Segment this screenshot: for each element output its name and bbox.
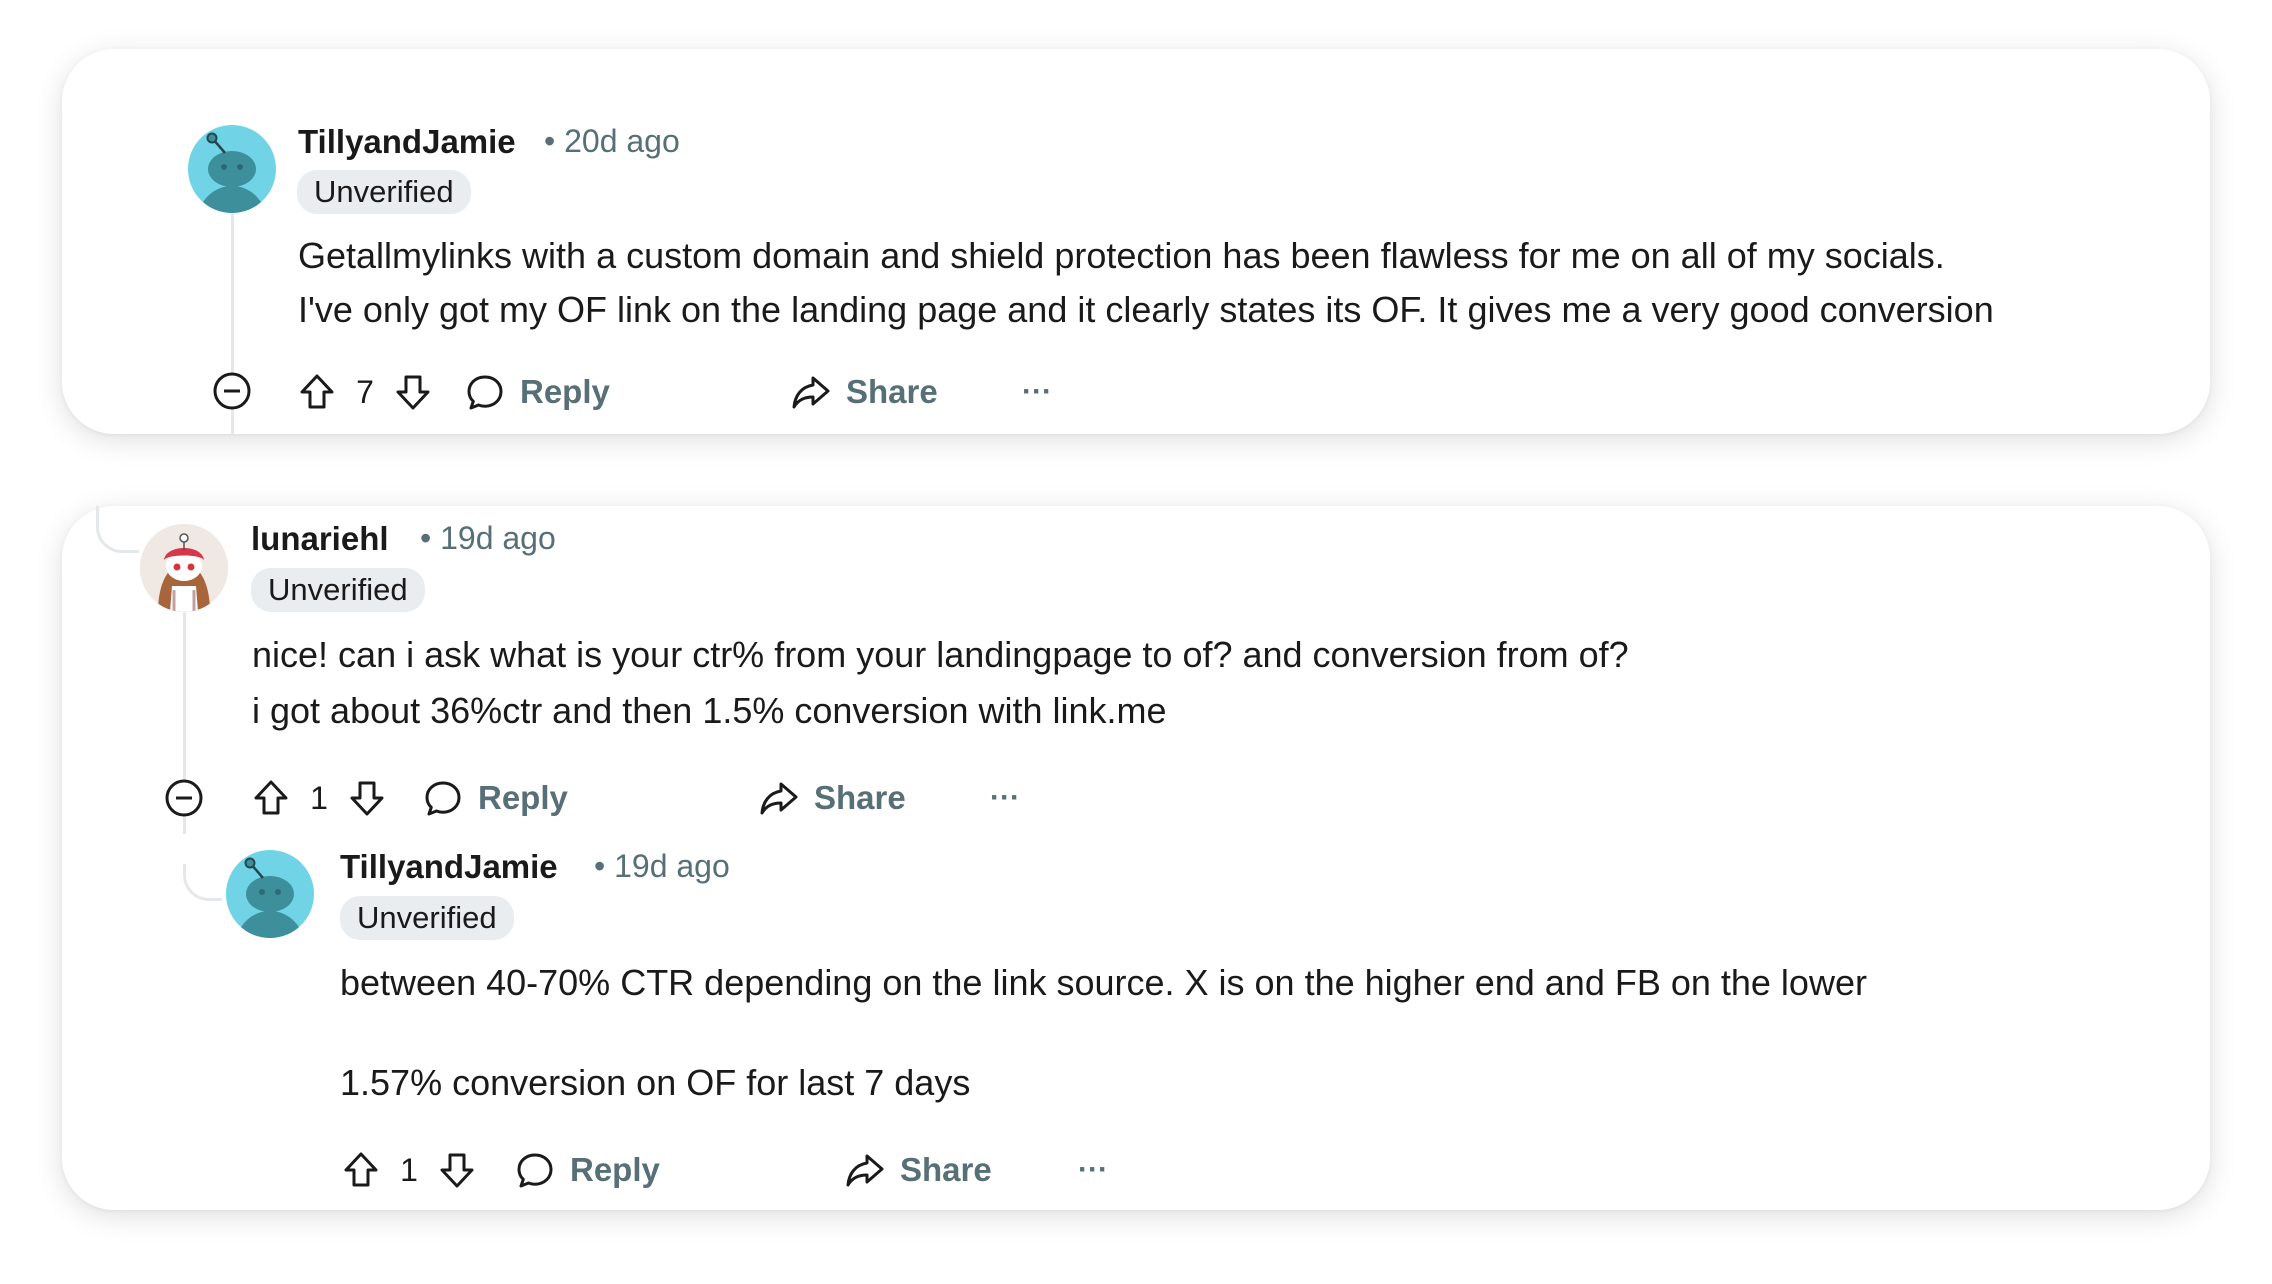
reply-label: Reply bbox=[520, 373, 610, 410]
comment-actions: 1 Reply Share ··· bbox=[340, 1140, 1140, 1200]
comment-actions: 7 Reply Share ··· bbox=[296, 362, 1096, 422]
share-label: Share bbox=[814, 779, 906, 816]
more-options-icon: ··· bbox=[990, 781, 1020, 814]
more-options-icon: ··· bbox=[1022, 375, 1052, 408]
vote-count: 1 bbox=[310, 779, 328, 816]
upvote-button[interactable] bbox=[340, 1140, 382, 1200]
comment-line: i got about 36%ctr and then 1.5% convers… bbox=[252, 690, 1167, 731]
downvote-button[interactable] bbox=[346, 768, 388, 828]
status-badge: Unverified bbox=[340, 896, 514, 940]
snoo-avatar-icon bbox=[236, 857, 304, 938]
share-label: Share bbox=[900, 1151, 992, 1188]
vote-count: 7 bbox=[356, 373, 374, 410]
comment-line: I've only got my OF link on the landing … bbox=[298, 289, 1994, 330]
more-options-button[interactable]: ··· bbox=[1078, 1140, 1108, 1200]
share-arrow-icon bbox=[846, 1154, 884, 1187]
status-badge: Unverified bbox=[297, 170, 471, 214]
snoo-avatar-icon bbox=[198, 132, 266, 213]
comment-card: lunariehl • 19d ago Unverified nice! can… bbox=[62, 506, 2210, 1210]
reply-button[interactable]: Reply bbox=[514, 1140, 660, 1200]
share-button[interactable]: Share bbox=[790, 362, 938, 422]
reply-label: Reply bbox=[570, 1151, 660, 1188]
share-arrow-icon bbox=[792, 376, 830, 409]
avatar[interactable] bbox=[188, 125, 276, 213]
username[interactable]: TillyandJamie bbox=[298, 123, 516, 161]
avatar[interactable] bbox=[226, 850, 314, 938]
timestamp: • 19d ago bbox=[420, 520, 556, 556]
upvote-icon bbox=[300, 374, 334, 409]
comment-bubble-icon bbox=[425, 781, 461, 816]
status-badge: Unverified bbox=[251, 568, 425, 612]
thread-connector bbox=[183, 864, 222, 901]
share-button[interactable]: Share bbox=[758, 768, 906, 828]
comment-card: TillyandJamie • 20d ago Unverified Getal… bbox=[62, 49, 2210, 434]
more-options-button[interactable]: ··· bbox=[1022, 362, 1052, 422]
user-photo-avatar bbox=[140, 524, 228, 612]
collapse-icon[interactable] bbox=[162, 776, 206, 820]
reply-button[interactable]: Reply bbox=[422, 768, 568, 828]
reply-button[interactable]: Reply bbox=[464, 362, 610, 422]
comment-line: Getallmylinks with a custom domain and s… bbox=[298, 235, 1945, 276]
comment-bubble-icon bbox=[517, 1153, 553, 1188]
share-button[interactable]: Share bbox=[844, 1140, 992, 1200]
share-arrow-icon bbox=[760, 782, 798, 815]
more-options-button[interactable]: ··· bbox=[990, 768, 1020, 828]
comment-line: between 40-70% CTR depending on the link… bbox=[340, 962, 1867, 1003]
downvote-button[interactable] bbox=[436, 1140, 478, 1200]
downvote-button[interactable] bbox=[392, 362, 434, 422]
timestamp: • 19d ago bbox=[594, 848, 730, 884]
more-options-icon: ··· bbox=[1078, 1153, 1108, 1186]
username[interactable]: lunariehl bbox=[251, 520, 389, 558]
vote-count: 1 bbox=[400, 1151, 418, 1188]
comment-bubble-icon bbox=[467, 375, 503, 410]
comment-line: nice! can i ask what is your ctr% from y… bbox=[252, 634, 1629, 675]
avatar[interactable] bbox=[140, 524, 228, 612]
thread-connector bbox=[96, 506, 139, 553]
comment-line: 1.57% conversion on OF for last 7 days bbox=[340, 1062, 971, 1103]
upvote-button[interactable] bbox=[296, 362, 338, 422]
reply-label: Reply bbox=[478, 779, 568, 816]
upvote-icon bbox=[254, 780, 288, 815]
comment-actions: 1 Reply Share ··· bbox=[250, 768, 1050, 828]
downvote-icon bbox=[350, 781, 384, 816]
timestamp: • 20d ago bbox=[544, 123, 680, 159]
downvote-icon bbox=[440, 1153, 474, 1188]
upvote-button[interactable] bbox=[250, 768, 292, 828]
downvote-icon bbox=[396, 375, 430, 410]
upvote-icon bbox=[344, 1152, 378, 1187]
username[interactable]: TillyandJamie bbox=[340, 848, 558, 886]
share-label: Share bbox=[846, 373, 938, 410]
collapse-icon[interactable] bbox=[210, 369, 254, 413]
